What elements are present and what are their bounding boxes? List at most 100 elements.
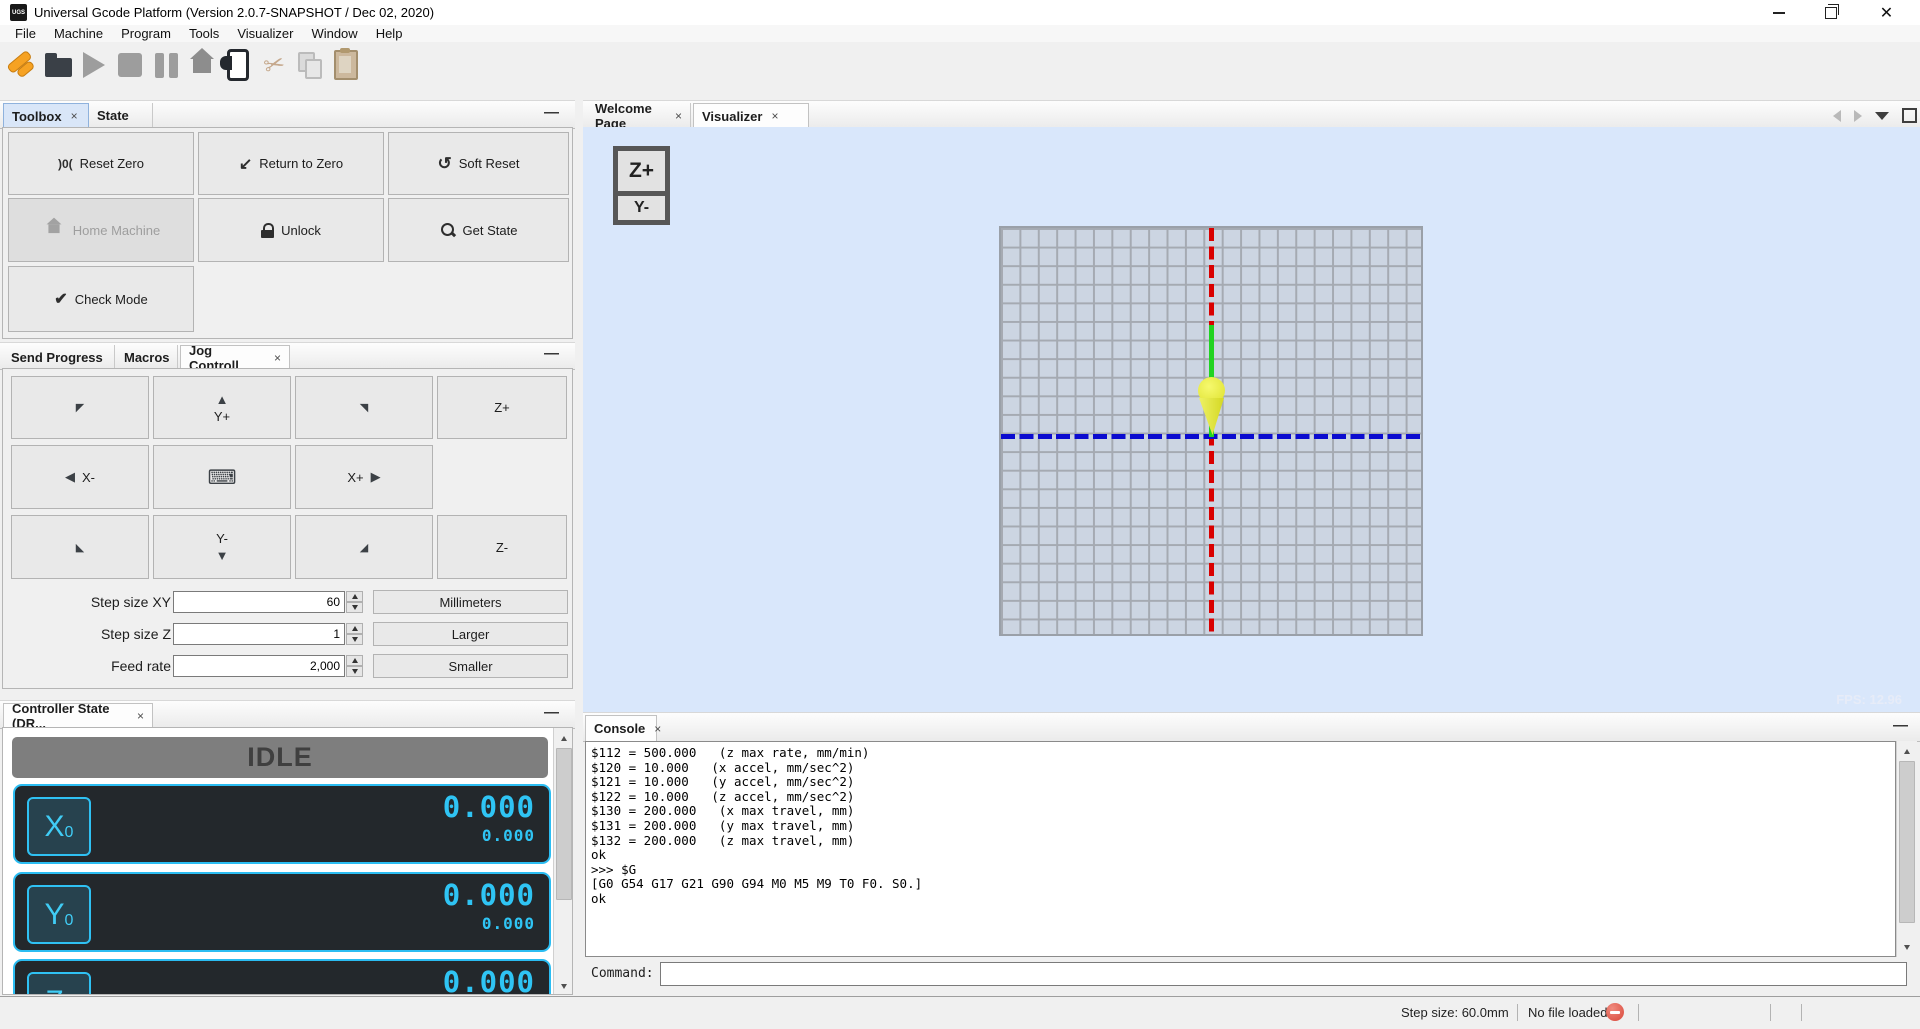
- paste-button[interactable]: [328, 46, 364, 84]
- check-mode-button[interactable]: ✔ Check Mode: [8, 266, 194, 332]
- tab-console-close-icon[interactable]: ×: [654, 722, 661, 736]
- jog-panel: ◤ ▲ Y+ ◥ Z+ ◀ X- ⌨ X+ ▶ ◣ Y- ▼ ◢ Z- Step…: [2, 368, 573, 689]
- dro-z-work-value: 0.000: [442, 965, 535, 995]
- step-size-z-input[interactable]: [174, 624, 344, 644]
- menu-visualizer[interactable]: Visualizer: [228, 26, 302, 41]
- larger-button[interactable]: Larger: [373, 622, 568, 646]
- open-file-button[interactable]: [40, 46, 76, 84]
- jog-xminus-button[interactable]: ◀ X-: [11, 445, 149, 509]
- tab-console[interactable]: Console ×: [585, 715, 661, 741]
- units-button[interactable]: Millimeters: [373, 590, 568, 614]
- tab-welcome-page[interactable]: Welcome Page ×: [587, 101, 691, 131]
- step-size-xy-spinner[interactable]: [346, 591, 363, 613]
- feed-rate-input[interactable]: [174, 656, 344, 676]
- command-field[interactable]: [660, 962, 1907, 986]
- jog-zminus-button[interactable]: Z-: [437, 515, 567, 579]
- window-minimize-button[interactable]: [1756, 0, 1801, 25]
- arrow-left-icon: ◀: [65, 469, 75, 484]
- tab-send-progress[interactable]: Send Progress: [3, 345, 115, 369]
- step-size-z-spinner[interactable]: [346, 623, 363, 645]
- jog-xminus-yplus-button[interactable]: ◤: [11, 376, 149, 439]
- tab-state[interactable]: State: [89, 103, 153, 128]
- jog-keyboard-focus-button[interactable]: ⌨: [153, 445, 291, 509]
- visualizer-canvas[interactable]: Z+ Y- FPS: 12.96: [583, 127, 1920, 712]
- dro-z-axis-button[interactable]: Z 0: [27, 972, 91, 994]
- connect-plug-icon: [1, 44, 43, 86]
- menu-file[interactable]: File: [6, 26, 45, 41]
- tab-visualizer[interactable]: Visualizer ×: [693, 103, 809, 128]
- send-program-button[interactable]: [76, 46, 112, 84]
- jog-zplus-button[interactable]: Z+: [437, 376, 567, 439]
- command-input[interactable]: [661, 963, 1906, 985]
- soft-reset-button[interactable]: ↺ Soft Reset: [388, 132, 569, 195]
- return-to-zero-button[interactable]: ↙ Return to Zero: [198, 132, 384, 195]
- tab-welcome-page-close-icon[interactable]: ×: [675, 109, 682, 123]
- jog-yminus-button[interactable]: Y- ▼: [153, 515, 291, 579]
- home-button[interactable]: [184, 46, 220, 84]
- step-size-xy-input[interactable]: [174, 592, 344, 612]
- feed-rate-field[interactable]: [173, 655, 345, 677]
- home-machine-button[interactable]: Home Machine: [8, 198, 194, 262]
- step-size-xy-label: Step size XY: [90, 594, 171, 610]
- tab-toolbox-close-icon[interactable]: ×: [71, 109, 78, 123]
- console-output[interactable]: $112 = 500.000 (z max rate, mm/min) $120…: [585, 741, 1896, 957]
- menu-tools[interactable]: Tools: [180, 26, 228, 41]
- console-scrollbar-thumb[interactable]: [1899, 761, 1915, 923]
- menu-program[interactable]: Program: [112, 26, 180, 41]
- smaller-button[interactable]: Smaller: [373, 654, 568, 678]
- tab-controller-state-close-icon[interactable]: ×: [137, 709, 144, 723]
- menu-help[interactable]: Help: [367, 26, 412, 41]
- console-panel-minimize-icon[interactable]: —: [1893, 717, 1908, 734]
- dro-y-axis-button[interactable]: Y 0: [27, 885, 91, 944]
- controller-panel-minimize-icon[interactable]: —: [544, 704, 559, 721]
- console-scroll-down-icon[interactable]: [1897, 939, 1917, 955]
- menu-machine[interactable]: Machine: [45, 26, 112, 41]
- stop-button[interactable]: [112, 46, 148, 84]
- orientation-cube[interactable]: Z+ Y-: [613, 146, 670, 225]
- toolbox-panel-minimize-icon[interactable]: —: [544, 104, 559, 121]
- jog-xminus-yminus-button[interactable]: ◣: [11, 515, 149, 579]
- pause-button[interactable]: [148, 46, 184, 84]
- get-state-button[interactable]: Get State: [388, 198, 569, 262]
- jog-xplus-yplus-button[interactable]: ◥: [295, 376, 433, 439]
- controller-scrollbar-thumb[interactable]: [556, 748, 572, 900]
- reset-zero-button[interactable]: )0( Reset Zero: [8, 132, 194, 195]
- tab-macros[interactable]: Macros: [116, 345, 178, 369]
- dro-x-panel[interactable]: X 0 0.000 0.000: [13, 784, 551, 864]
- tab-toolbox[interactable]: Toolbox ×: [3, 103, 89, 128]
- dro-z-panel[interactable]: Z 0 0.000 0.000: [13, 959, 551, 995]
- dro-x-axis-button[interactable]: X 0: [27, 797, 91, 856]
- connect-button[interactable]: [4, 46, 40, 84]
- window-close-button[interactable]: ✕: [1864, 0, 1909, 25]
- jog-xplus-button[interactable]: X+ ▶: [295, 445, 433, 509]
- scroll-down-icon[interactable]: [554, 978, 572, 994]
- jog-panel-minimize-icon[interactable]: —: [544, 345, 559, 362]
- scroll-up-icon[interactable]: [554, 730, 572, 746]
- dro-y-panel[interactable]: Y 0 0.000 0.000: [13, 872, 551, 952]
- tab-list-dropdown-icon[interactable]: [1875, 111, 1889, 120]
- jog-xplus-yminus-button[interactable]: ◢: [295, 515, 433, 579]
- console-scroll-up-icon[interactable]: [1897, 743, 1917, 759]
- controller-scrollbar[interactable]: [553, 728, 572, 994]
- tab-jog-controller[interactable]: Jog Controll... ×: [180, 343, 290, 373]
- tab-visualizer-close-icon[interactable]: ×: [771, 109, 778, 123]
- unlock-button[interactable]: Unlock: [198, 198, 384, 262]
- pendant-button[interactable]: [220, 46, 256, 84]
- console-scrollbar[interactable]: [1896, 741, 1917, 957]
- orientation-bottom-face[interactable]: Y-: [618, 196, 665, 220]
- tab-controller-state[interactable]: Controller State (DR... ×: [3, 701, 153, 731]
- tab-jog-controller-close-icon[interactable]: ×: [274, 351, 281, 365]
- copy-button[interactable]: [292, 46, 328, 84]
- feed-rate-spinner[interactable]: [346, 655, 363, 677]
- jog-yplus-button[interactable]: ▲ Y+: [153, 376, 291, 439]
- tab-nav-prev-icon[interactable]: [1833, 109, 1841, 122]
- tab-nav-next-icon[interactable]: [1854, 109, 1862, 122]
- check-icon: ✔: [54, 291, 68, 308]
- cut-button[interactable]: ✂: [256, 46, 292, 84]
- tab-maximize-icon[interactable]: [1902, 108, 1917, 123]
- step-size-xy-field[interactable]: [173, 591, 345, 613]
- window-maximize-button[interactable]: [1808, 0, 1853, 25]
- orientation-top-face[interactable]: Z+: [618, 151, 665, 191]
- menu-window[interactable]: Window: [302, 26, 366, 41]
- step-size-z-field[interactable]: [173, 623, 345, 645]
